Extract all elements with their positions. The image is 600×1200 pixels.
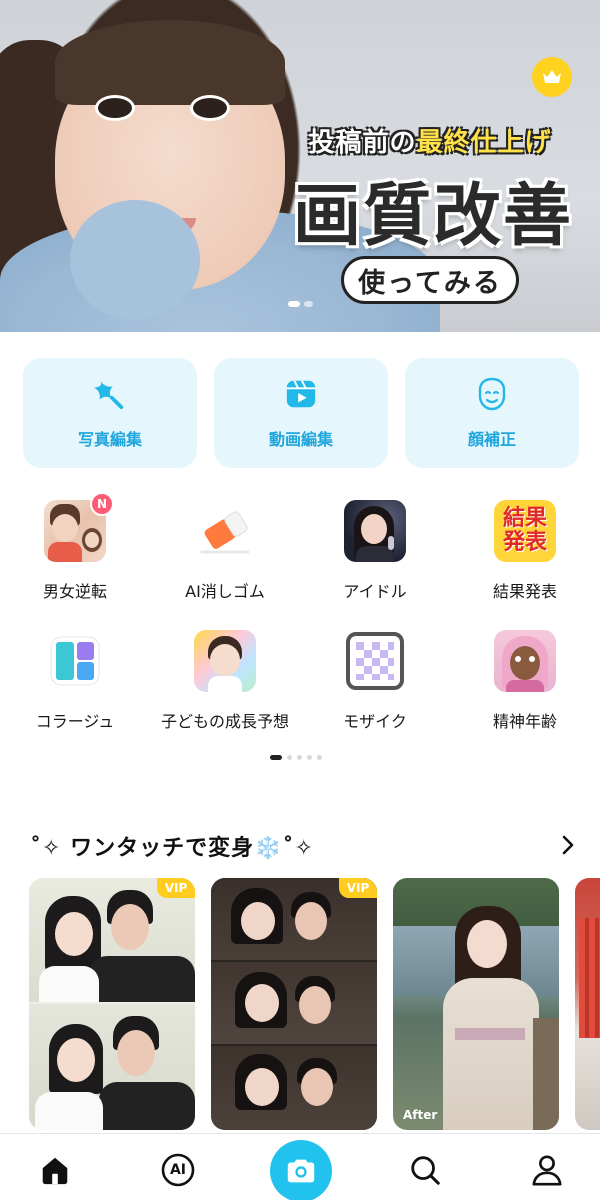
star-sparkle-icon	[92, 376, 128, 412]
tools-pager-dot[interactable]	[287, 755, 292, 760]
banner-subtitle: 投稿前の最終仕上げ	[308, 128, 552, 158]
home-icon[interactable]	[37, 1152, 73, 1188]
video-edit-label: 動画編集	[268, 430, 333, 449]
tools-pager-dot[interactable]	[270, 755, 282, 760]
banner-pager-dot[interactable]	[304, 301, 313, 307]
photo-edit-card[interactable]: 写真編集	[23, 358, 197, 468]
banner-photo-hand	[70, 200, 200, 320]
tool-results[interactable]: 結果発表 結果発表	[450, 500, 600, 630]
child-growth-thumbnail	[194, 630, 256, 692]
banner-photo-eye	[190, 95, 230, 121]
transform-carousel: VIP VIP After	[29, 878, 600, 1130]
tool-child-growth[interactable]: 子どもの成長予想	[150, 630, 300, 760]
transform-item[interactable]	[575, 878, 600, 1130]
after-label: After	[403, 1108, 438, 1122]
ai-icon[interactable]: AI	[160, 1152, 196, 1188]
profile-icon[interactable]	[529, 1152, 565, 1188]
results-thumbnail-text: 結果発表	[502, 506, 547, 555]
video-play-icon	[283, 376, 319, 412]
collage-icon	[44, 630, 106, 692]
smile-face-icon	[474, 376, 510, 412]
tool-label: AI消しゴム	[185, 582, 265, 601]
banner-pager	[288, 301, 313, 307]
tool-ai-eraser[interactable]: AI消しゴム	[150, 500, 300, 630]
tools-pager	[270, 755, 322, 760]
tool-label: 子どもの成長予想	[160, 712, 289, 731]
tool-grid: N 男女逆転 AI消しゴム アイドル 結果発表 結果発表 コラージュ 子どもの成…	[0, 492, 600, 760]
transform-item[interactable]: VIP	[211, 878, 377, 1130]
tool-label: コラージュ	[35, 712, 115, 731]
main-feature-cards: 写真編集 動画編集 顔補正	[23, 358, 579, 468]
tool-gender-swap[interactable]: N 男女逆転	[0, 492, 150, 630]
tool-row: N 男女逆転 AI消しゴム アイドル 結果発表 結果発表	[0, 492, 600, 630]
banner-title: 画質改善	[292, 176, 573, 256]
new-badge: N	[90, 492, 114, 516]
hero-banner[interactable]: 投稿前の最終仕上げ 画質改善 使ってみる	[0, 0, 600, 332]
vip-badge: VIP	[339, 878, 377, 898]
transform-item[interactable]: After	[393, 878, 559, 1130]
camera-icon	[284, 1154, 318, 1188]
premium-crown-icon[interactable]	[532, 57, 572, 97]
idol-thumbnail	[344, 500, 406, 562]
banner-subtitle-highlight: 最終仕上げ	[416, 128, 552, 158]
banner-photo-eye	[95, 95, 135, 121]
face-retouch-label: 顔補正	[467, 430, 516, 449]
banner-pager-dot[interactable]	[288, 301, 300, 307]
vip-badge: VIP	[157, 878, 195, 898]
eraser-icon	[194, 500, 256, 562]
transform-item[interactable]: VIP	[29, 878, 195, 1130]
chevron-right-icon[interactable]	[558, 834, 578, 856]
tool-label: モザイク	[343, 712, 407, 731]
tool-label: 男女逆転	[42, 582, 107, 601]
section-title: ˚✧ ワンタッチで変身❄️˚✧	[30, 836, 314, 861]
tool-mental-age[interactable]: 精神年齢	[450, 630, 600, 760]
tool-mosaic[interactable]: モザイク	[300, 630, 450, 760]
mental-age-thumbnail	[494, 630, 556, 692]
photo-edit-label: 写真編集	[77, 430, 142, 449]
tools-pager-dot[interactable]	[317, 755, 322, 760]
camera-button[interactable]	[270, 1140, 332, 1200]
video-edit-card[interactable]: 動画編集	[214, 358, 388, 468]
tool-collage[interactable]: コラージュ	[0, 630, 150, 760]
banner-photo-bangs	[55, 20, 285, 105]
results-thumbnail: 結果発表	[494, 500, 556, 562]
tool-label: 結果発表	[492, 582, 557, 601]
try-it-button[interactable]: 使ってみる	[341, 256, 519, 304]
tools-pager-dot[interactable]	[307, 755, 312, 760]
search-icon[interactable]	[407, 1152, 443, 1188]
tool-label: 精神年齢	[492, 712, 557, 731]
tools-pager-dot[interactable]	[297, 755, 302, 760]
ai-label: AI	[169, 1162, 187, 1178]
tool-row: コラージュ 子どもの成長予想 モザイク 精神年齢	[0, 630, 600, 760]
tool-label: アイドル	[343, 582, 407, 601]
tool-idol[interactable]: アイドル	[300, 500, 450, 630]
face-retouch-card[interactable]: 顔補正	[405, 358, 579, 468]
mosaic-icon	[344, 630, 406, 692]
